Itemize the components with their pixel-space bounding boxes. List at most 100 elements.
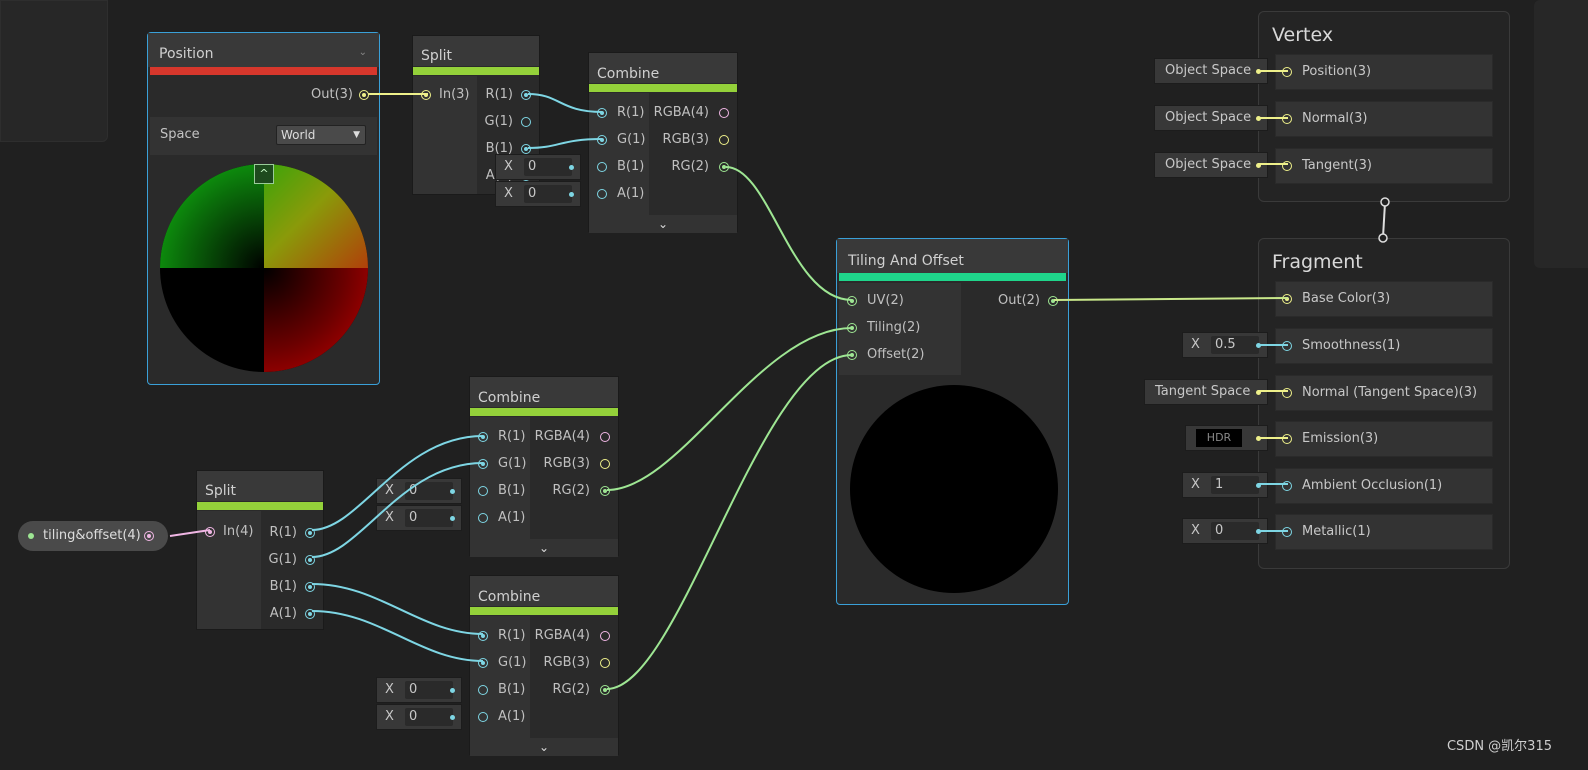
combine-out-rgb[interactable]: RGB(3) [544, 454, 610, 474]
port-dot-icon[interactable] [1282, 341, 1292, 351]
space-dropdown[interactable]: World ▼ [276, 125, 366, 145]
port-dot-icon[interactable] [205, 527, 215, 537]
fragment-slot-base-color[interactable]: Base Color(3) [1275, 281, 1493, 317]
port-dot-icon[interactable] [597, 135, 607, 145]
position-node[interactable]: Position ⌄ Out(3) Space World ▼ ^ [147, 32, 380, 385]
vertex-stack[interactable]: Vertex Position(3) Normal(3) Tangent(3) [1258, 11, 1510, 202]
combine-mid-node[interactable]: Combine R(1) G(1) B(1) A(1) RGBA(4) RGB(… [469, 376, 619, 557]
split-bottom-node[interactable]: Split In(4) R(1) G(1) B(1) A(1) [196, 470, 324, 630]
position-out-port[interactable]: Out(3) [311, 85, 369, 105]
port-dot-icon[interactable] [1282, 161, 1292, 171]
port-dot-icon[interactable] [600, 432, 610, 442]
tiling-offset-node[interactable]: Tiling And Offset UV(2) Tiling(2) Offset… [836, 238, 1069, 605]
combine-top-node[interactable]: Combine R(1) G(1) B(1) A(1) RGBA(4) RGB(… [588, 52, 738, 233]
combine-out-rg[interactable]: RG(2) [671, 157, 729, 177]
combine-in-b[interactable]: B(1) [478, 481, 525, 501]
combine-in-r[interactable]: R(1) [478, 626, 525, 646]
collapse-preview-icon[interactable]: ^ [254, 164, 274, 184]
port-dot-icon[interactable] [597, 162, 607, 172]
tiling-in-tiling[interactable]: Tiling(2) [847, 318, 920, 338]
port-dot-icon[interactable] [1282, 527, 1292, 537]
port-dot-icon[interactable] [144, 531, 154, 541]
fragment-slot-ao[interactable]: Ambient Occlusion(1) [1275, 468, 1493, 504]
split-out-g[interactable]: G(1) [485, 112, 531, 132]
emission-default[interactable]: HDR [1185, 425, 1268, 451]
fragment-slot-metallic[interactable]: Metallic(1) [1275, 514, 1493, 550]
value-field[interactable]: 0 [405, 708, 453, 726]
port-dot-icon[interactable] [478, 513, 488, 523]
port-dot-icon[interactable] [521, 117, 531, 127]
combine-in-g[interactable]: G(1) [478, 454, 527, 474]
port-dot-icon[interactable] [478, 432, 488, 442]
collapse-chevron-icon[interactable]: ⌄ [359, 47, 367, 58]
combine-out-rgba[interactable]: RGBA(4) [654, 103, 729, 123]
combine-top-a-default[interactable]: X0 [495, 181, 581, 207]
port-dot-icon[interactable] [597, 108, 607, 118]
port-dot-icon[interactable] [600, 631, 610, 641]
vertex-slot-position[interactable]: Position(3) [1275, 54, 1493, 90]
combine-bottom-node[interactable]: Combine R(1) G(1) B(1) A(1) RGBA(4) RGB(… [469, 575, 619, 756]
split-out-b[interactable]: B(1) [270, 577, 315, 597]
combine-in-a[interactable]: A(1) [597, 184, 644, 204]
tiling-in-offset[interactable]: Offset(2) [847, 345, 924, 365]
port-dot-icon[interactable] [719, 135, 729, 145]
port-dot-icon[interactable] [1282, 67, 1292, 77]
vertex-position-default[interactable]: Object Space [1154, 58, 1268, 84]
port-dot-icon[interactable] [478, 631, 488, 641]
combine-mid-b-default[interactable]: X0 [376, 478, 462, 504]
combine-in-a[interactable]: A(1) [478, 707, 525, 727]
combine-mid-a-default[interactable]: X0 [376, 505, 462, 531]
port-dot-icon[interactable] [478, 712, 488, 722]
port-dot-icon[interactable] [305, 555, 315, 565]
combine-in-g[interactable]: G(1) [478, 653, 527, 673]
port-dot-icon[interactable] [719, 162, 729, 172]
vertex-normal-default[interactable]: Object Space [1154, 105, 1268, 131]
property-node[interactable]: tiling&offset(4) [18, 521, 168, 551]
port-dot-icon[interactable] [1282, 114, 1292, 124]
split-out-a[interactable]: A(1) [270, 604, 315, 624]
port-dot-icon[interactable] [305, 582, 315, 592]
value-field[interactable]: 0 [405, 509, 453, 527]
split-in-port[interactable]: In(4) [205, 522, 254, 542]
combine-in-a[interactable]: A(1) [478, 508, 525, 528]
combine-bot-b-default[interactable]: X0 [376, 677, 462, 703]
combine-in-g[interactable]: G(1) [597, 130, 646, 150]
port-dot-icon[interactable] [847, 323, 857, 333]
vertex-tangent-default[interactable]: Object Space [1154, 152, 1268, 178]
smoothness-default[interactable]: X 0.5 [1182, 332, 1268, 358]
port-dot-icon[interactable] [478, 486, 488, 496]
metallic-default[interactable]: X0 [1182, 518, 1268, 544]
port-dot-icon[interactable] [478, 459, 488, 469]
port-dot-icon[interactable] [421, 90, 431, 100]
port-dot-icon[interactable] [1282, 481, 1292, 491]
value-field[interactable]: 0 [1211, 522, 1259, 540]
split-out-g[interactable]: G(1) [269, 550, 315, 570]
value-field[interactable]: 1 [1211, 476, 1259, 494]
value-field[interactable]: 0 [405, 482, 453, 500]
split-out-r[interactable]: R(1) [486, 85, 531, 105]
port-dot-icon[interactable] [600, 685, 610, 695]
combine-bot-a-default[interactable]: X0 [376, 704, 462, 730]
port-dot-icon[interactable] [1282, 388, 1292, 398]
tiling-out[interactable]: Out(2) [998, 291, 1058, 311]
combine-in-r[interactable]: R(1) [478, 427, 525, 447]
normal-space-default[interactable]: Tangent Space [1144, 379, 1268, 405]
combine-out-rgb[interactable]: RGB(3) [544, 653, 610, 673]
port-dot-icon[interactable] [600, 658, 610, 668]
port-dot-icon[interactable] [597, 189, 607, 199]
value-field[interactable]: 0 [524, 185, 572, 203]
ao-default[interactable]: X1 [1182, 472, 1268, 498]
combine-out-rgba[interactable]: RGBA(4) [535, 626, 610, 646]
expand-chevron-icon[interactable]: ⌄ [589, 215, 737, 233]
combine-out-rg[interactable]: RG(2) [552, 481, 610, 501]
combine-out-rgb[interactable]: RGB(3) [663, 130, 729, 150]
fragment-slot-smoothness[interactable]: Smoothness(1) [1275, 328, 1493, 364]
combine-in-b[interactable]: B(1) [478, 680, 525, 700]
fragment-slot-normal[interactable]: Normal (Tangent Space)(3) [1275, 375, 1493, 411]
port-dot-icon[interactable] [478, 685, 488, 695]
port-dot-icon[interactable] [521, 144, 531, 154]
tiling-in-uv[interactable]: UV(2) [847, 291, 904, 311]
port-dot-icon[interactable] [847, 350, 857, 360]
port-dot-icon[interactable] [521, 90, 531, 100]
port-dot-icon[interactable] [1048, 296, 1058, 306]
